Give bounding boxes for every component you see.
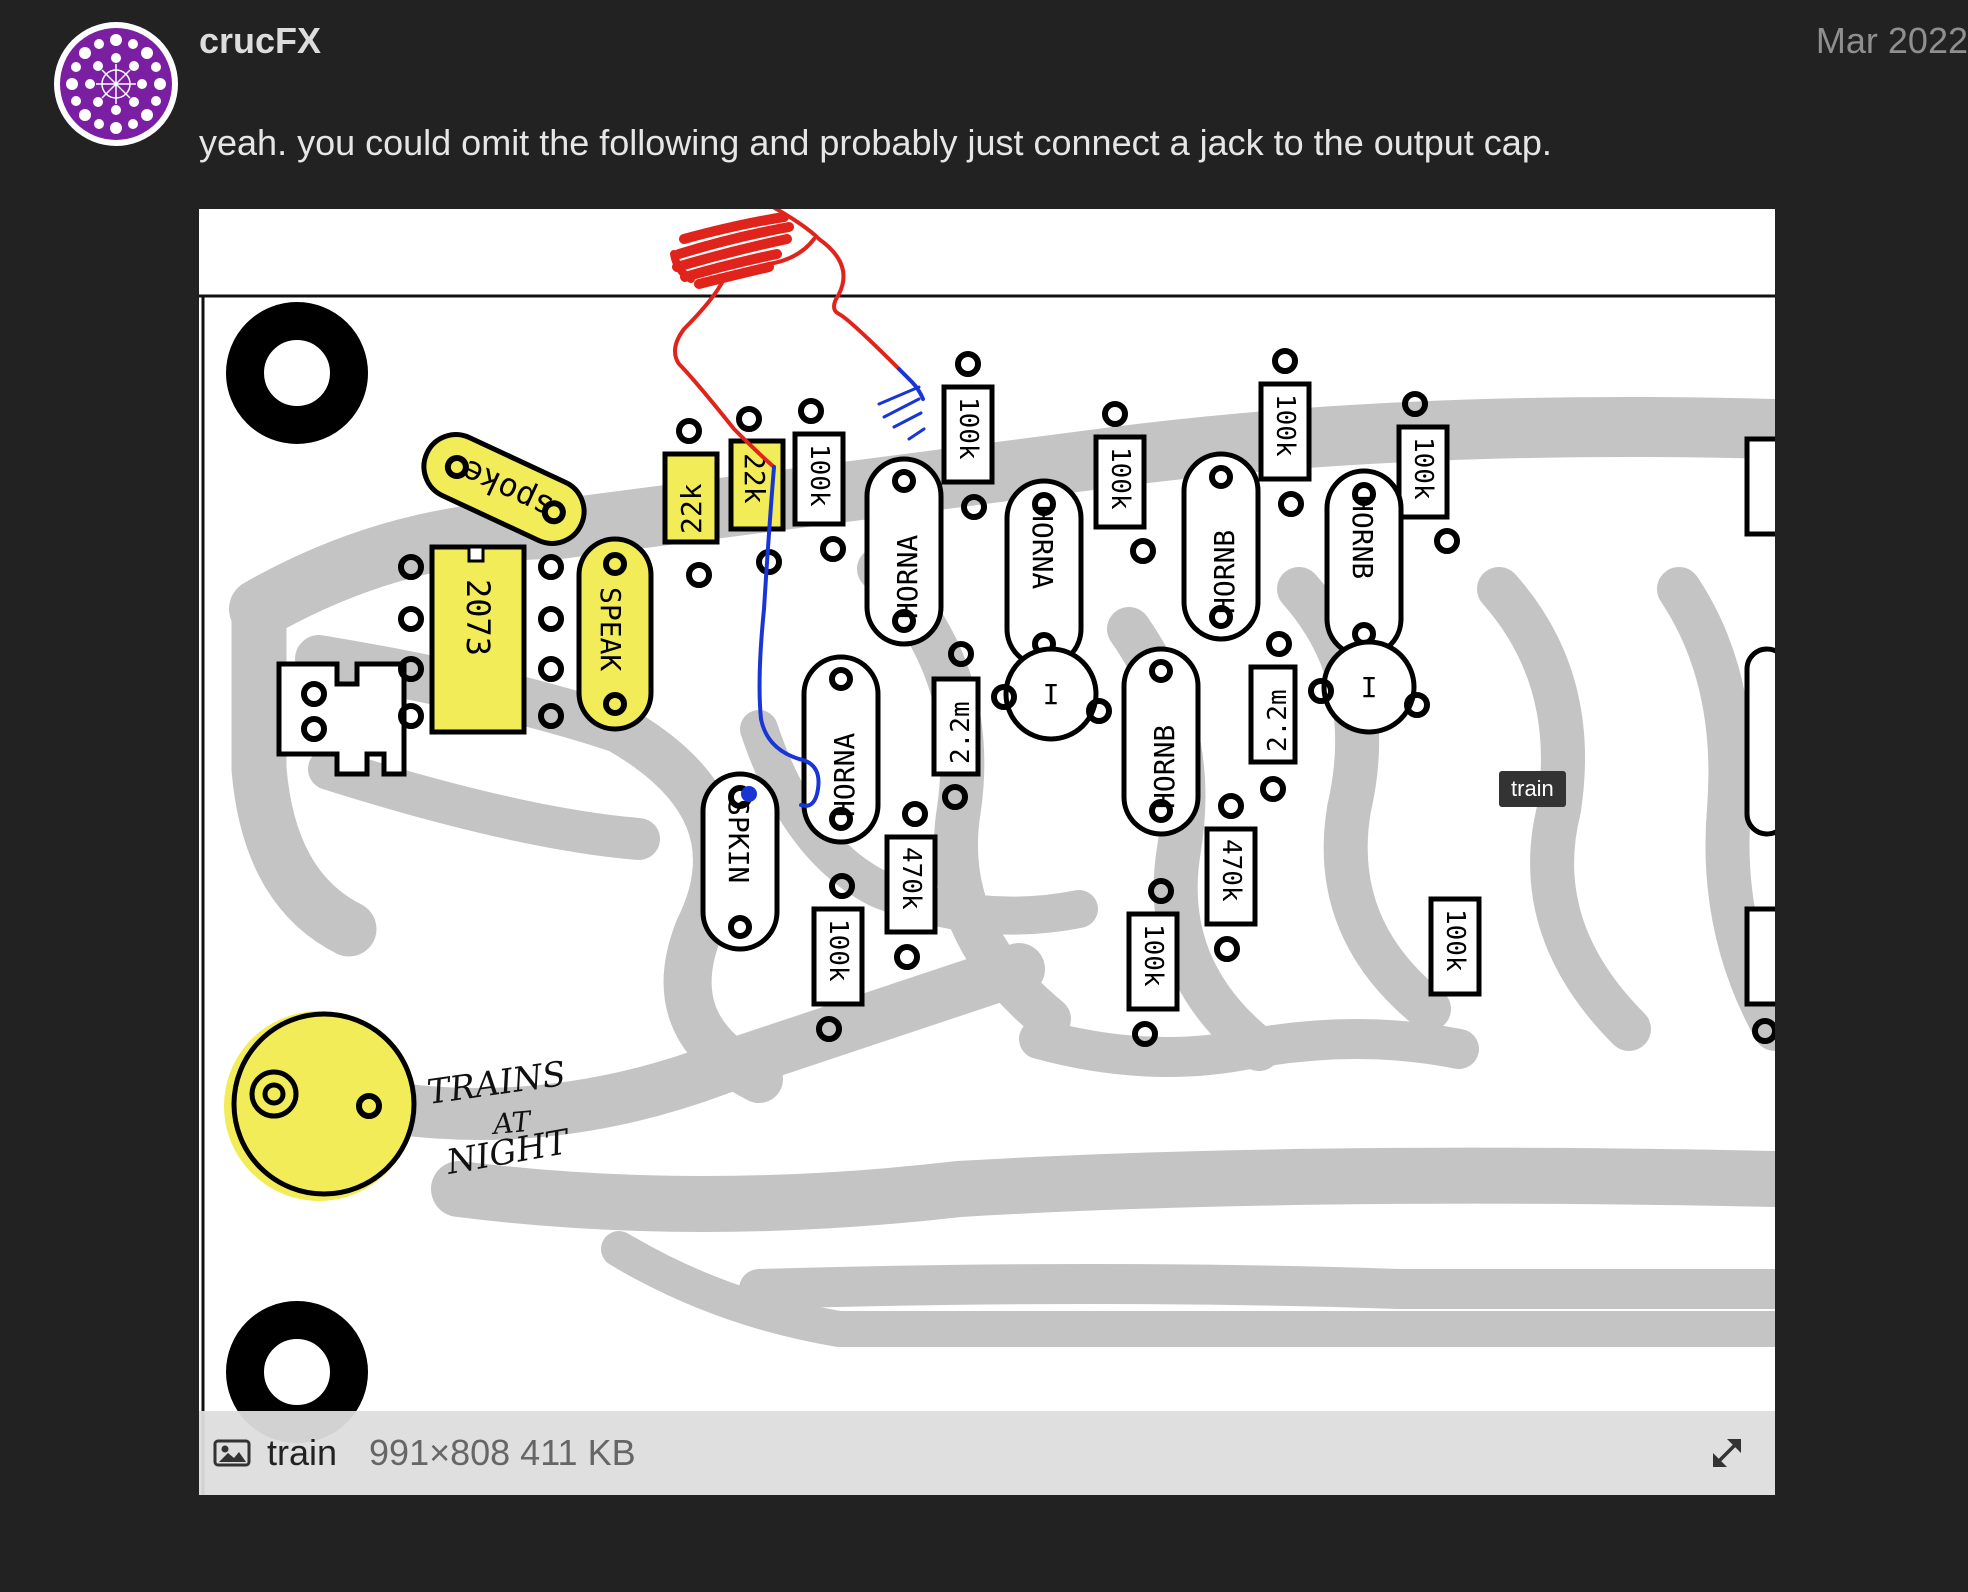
label-r22m-1: 2.2m [946,701,976,764]
image-size-info: 991×808 411 KB [369,1432,636,1473]
label-hornb-3: HORNB [1148,725,1181,809]
label-pot-2: I [1361,671,1378,704]
user-avatar[interactable] [54,22,178,146]
label-spkin: SPKIN [722,799,755,883]
label-r100k-6: 100k [823,919,853,982]
image-lightbox[interactable]: spoke 2073 SPEAK 22k 22k 100k 100k 100k … [199,209,1775,1495]
label-horna-3: HORNA [828,733,861,817]
image-meta-bar: train 991×808 411 KB [199,1411,1775,1495]
forum-post: crucFX Mar 2022 yeah. you could omit the… [0,0,1968,1592]
label-r100k-2: 100k [953,397,983,460]
label-r100k-7: 100k [1138,924,1168,987]
image-filename: train [267,1432,338,1473]
label-r470k-1: 470k [896,847,926,910]
expand-icon[interactable] [1707,1433,1747,1473]
label-horna-1: HORNA [891,535,924,619]
post-body-text: yeah. you could omit the following and p… [199,122,1552,163]
label-r100k-4: 100k [1270,394,1300,457]
username[interactable]: crucFX [199,20,321,62]
label-r22k-1: 22k [675,483,708,534]
label-r100k-5: 100k [1408,437,1438,500]
label-hornb-2: HORNB [1346,495,1379,579]
label-speak: SPEAK [594,587,627,671]
label-r100k-3: 100k [1105,447,1135,510]
label-chip: 2073 [459,579,497,656]
label-r22m-2: 2.2m [1263,689,1293,752]
label-hornb-1: HORNB [1208,530,1241,614]
pcb-layout-image: spoke 2073 SPEAK 22k 22k 100k 100k 100k … [199,209,1775,1495]
label-pot-1: I [1043,678,1060,711]
label-r100k-8: 100k [1440,909,1470,972]
image-tooltip: train [1499,771,1566,807]
mandala-avatar-icon [60,28,172,140]
post-date[interactable]: Mar 2022 [1816,20,1968,62]
image-icon [213,1438,251,1468]
label-horna-2: HORNA [1026,505,1059,589]
label-r470k-2: 470k [1216,839,1246,902]
label-r100k-1: 100k [804,444,834,507]
